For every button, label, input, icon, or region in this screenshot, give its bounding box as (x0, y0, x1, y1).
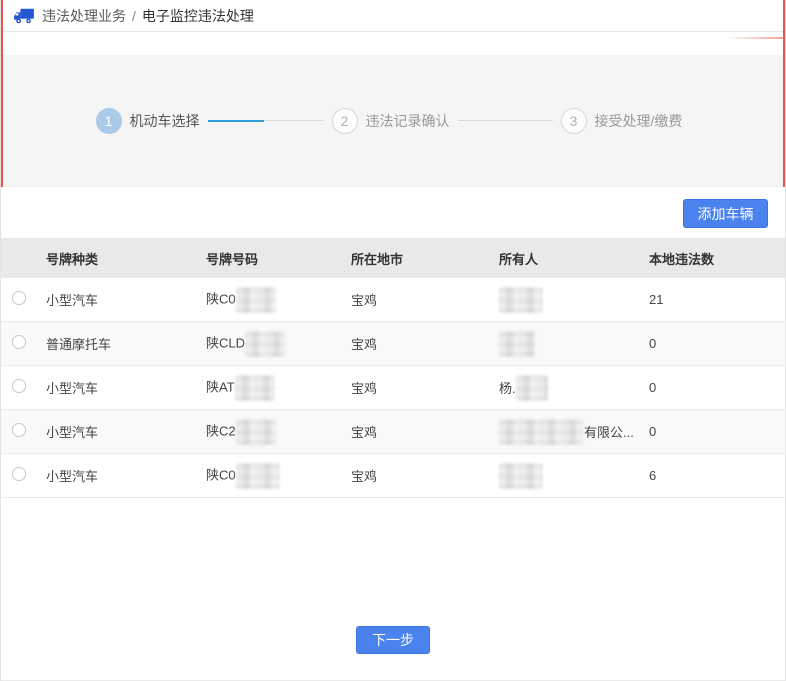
table-header-row: 号牌种类 号牌号码 所在地市 所有人 本地违法数 (1, 238, 785, 278)
redacted-owner (516, 375, 548, 401)
step-2-label: 违法记录确认 (366, 111, 450, 131)
redacted-owner (499, 463, 543, 489)
stepper-section: 1 机动车选择 2 违法记录确认 3 接受处理/缴费 (1, 55, 785, 187)
step-2-circle: 2 (332, 108, 358, 134)
annotation-tick (725, 37, 783, 39)
cell-owner: 有限公... (499, 419, 649, 445)
header-plate-type: 号牌种类 (46, 249, 206, 268)
vehicle-radio[interactable] (12, 335, 26, 349)
cell-violation-count: 0 (649, 424, 785, 439)
table-row: 小型汽车 陕C0 宝鸡 21 (1, 278, 785, 322)
cell-plate-type: 小型汽车 (46, 290, 206, 309)
redacted-plate (236, 463, 280, 489)
add-vehicle-button[interactable]: 添加车辆 (683, 199, 768, 228)
cell-violation-count: 21 (649, 292, 785, 307)
vehicle-table: 号牌种类 号牌号码 所在地市 所有人 本地违法数 小型汽车 陕C0 宝鸡 21 … (1, 238, 785, 498)
header-owner: 所有人 (499, 249, 649, 268)
header-plate-number: 号牌号码 (206, 249, 351, 268)
step-1-circle: 1 (96, 108, 122, 134)
step-connector-1 (208, 120, 324, 122)
breadcrumb-separator: / (132, 8, 136, 24)
cell-plate-number: 陕C2 (206, 419, 351, 445)
cell-violation-count: 0 (649, 336, 785, 351)
vehicle-radio[interactable] (12, 467, 26, 481)
vehicle-radio[interactable] (12, 423, 26, 437)
step-3-label: 接受处理/缴费 (595, 111, 683, 131)
spacer (1, 32, 785, 55)
breadcrumb-section[interactable]: 违法处理业务 (42, 6, 126, 26)
table-row: 小型汽车 陕C2 宝鸡 有限公... 0 (1, 410, 785, 454)
step-1-label: 机动车选择 (130, 111, 200, 131)
cell-city: 宝鸡 (351, 466, 499, 485)
header-city: 所在地市 (351, 249, 499, 268)
page: 违法处理业务 / 电子监控违法处理 1 机动车选择 2 违法记录确认 3 接受处… (0, 0, 786, 681)
cell-plate-number: 陕C0 (206, 463, 351, 489)
cell-plate-type: 小型汽车 (46, 466, 206, 485)
next-step-button[interactable]: 下一步 (356, 626, 430, 654)
breadcrumb: 违法处理业务 / 电子监控违法处理 (1, 0, 785, 32)
step-3-circle: 3 (561, 108, 587, 134)
cell-city: 宝鸡 (351, 334, 499, 353)
redacted-owner (499, 331, 535, 357)
cell-plate-number: 陕C0 (206, 287, 351, 313)
redacted-plate (245, 331, 285, 357)
stepper: 1 机动车选择 2 违法记录确认 3 接受处理/缴费 (96, 108, 691, 134)
cell-city: 宝鸡 (351, 378, 499, 397)
cell-city: 宝鸡 (351, 290, 499, 309)
redacted-plate (236, 287, 276, 313)
redacted-plate (235, 375, 275, 401)
cell-owner (499, 331, 649, 357)
table-row: 小型汽车 陕AT 宝鸡 杨. 0 (1, 366, 785, 410)
footer-area: 下一步 (1, 498, 785, 681)
redacted-owner (499, 287, 543, 313)
annotation-line-left (1, 0, 3, 187)
cell-city: 宝鸡 (351, 422, 499, 441)
annotation-line-right (783, 0, 785, 187)
cell-plate-number: 陕CLD (206, 331, 351, 357)
cell-owner (499, 287, 649, 313)
cell-plate-type: 小型汽车 (46, 378, 206, 397)
truck-icon (13, 7, 35, 25)
table-row: 普通摩托车 陕CLD 宝鸡 0 (1, 322, 785, 366)
table-row: 小型汽车 陕C0 宝鸡 6 (1, 454, 785, 498)
cell-violation-count: 0 (649, 380, 785, 395)
cell-owner: 杨. (499, 375, 649, 401)
redacted-owner (499, 419, 583, 445)
vehicle-radio[interactable] (12, 379, 26, 393)
cell-owner (499, 463, 649, 489)
redacted-plate (236, 419, 276, 445)
step-connector-2 (458, 120, 553, 121)
breadcrumb-current-page: 电子监控违法处理 (142, 6, 254, 26)
vehicle-radio[interactable] (12, 291, 26, 305)
cell-plate-type: 普通摩托车 (46, 334, 206, 353)
cell-plate-number: 陕AT (206, 375, 351, 401)
header-violation-count: 本地违法数 (649, 249, 785, 268)
cell-violation-count: 6 (649, 468, 785, 483)
toolbar: 添加车辆 (1, 187, 785, 238)
cell-plate-type: 小型汽车 (46, 422, 206, 441)
